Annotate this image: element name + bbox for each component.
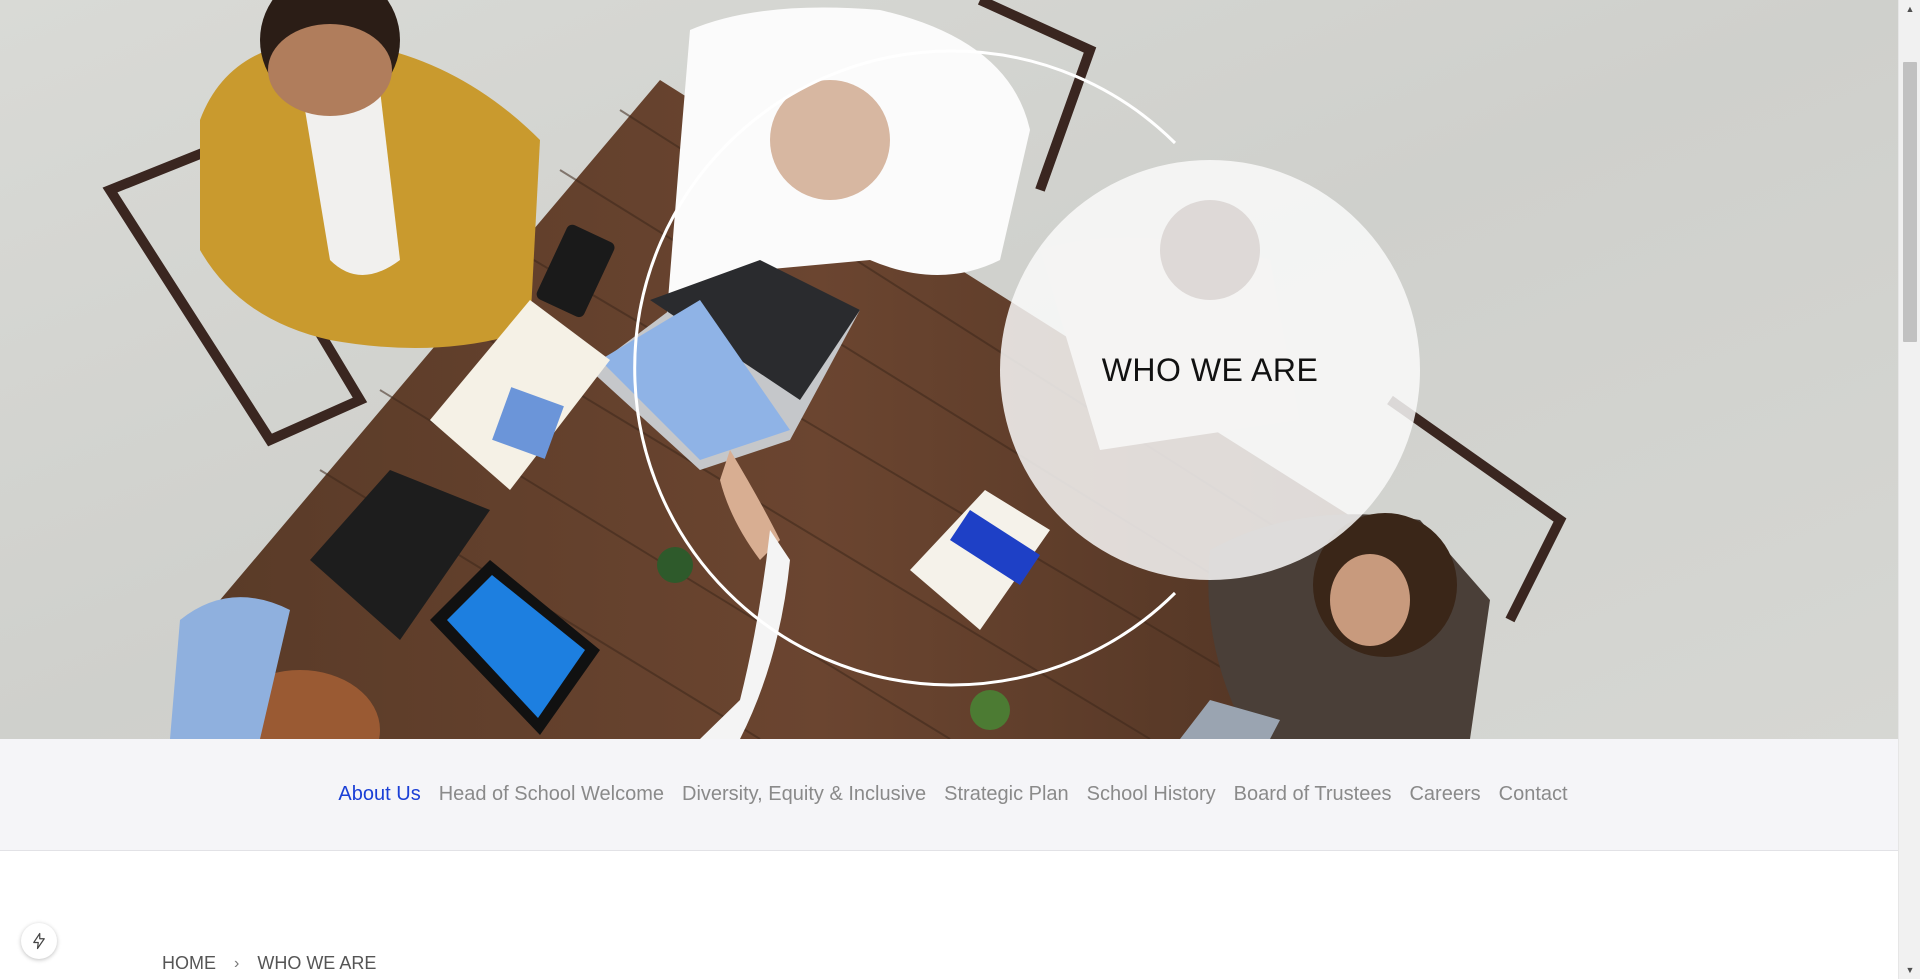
main-content: HOME › WHO WE ARE bbox=[0, 852, 1898, 979]
subnav-link[interactable]: Diversity, Equity & Inclusive bbox=[682, 783, 926, 805]
subnav-item-head-of-school-welcome: Head of School Welcome bbox=[439, 783, 664, 806]
about-subnav: About Us Head of School Welcome Diversit… bbox=[0, 739, 1898, 851]
lightning-icon bbox=[33, 932, 45, 950]
quick-action-button[interactable] bbox=[21, 923, 57, 959]
scrollbar-thumb[interactable] bbox=[1903, 62, 1917, 342]
subnav-link[interactable]: School History bbox=[1087, 783, 1216, 805]
subnav-link[interactable]: Careers bbox=[1409, 783, 1480, 805]
subnav-item-board-of-trustees: Board of Trustees bbox=[1234, 783, 1392, 806]
breadcrumb: HOME › WHO WE ARE bbox=[162, 953, 376, 974]
arrow-up-icon[interactable]: ▲ bbox=[1899, 0, 1920, 18]
subnav-link[interactable]: Strategic Plan bbox=[944, 783, 1069, 805]
subnav-link[interactable]: Contact bbox=[1499, 783, 1568, 805]
vertical-scrollbar[interactable]: ▲ ▼ bbox=[1898, 0, 1920, 979]
subnav-link[interactable]: Board of Trustees bbox=[1234, 783, 1392, 805]
hero-photo bbox=[0, 0, 1898, 739]
subnav-link[interactable]: Head of School Welcome bbox=[439, 783, 664, 805]
hero-title-circle: WHO WE ARE bbox=[1000, 160, 1420, 580]
subnav-item-about-us: About Us bbox=[338, 783, 420, 806]
subnav-item-diversity: Diversity, Equity & Inclusive bbox=[682, 783, 926, 806]
subnav-item-strategic-plan: Strategic Plan bbox=[944, 783, 1069, 806]
subnav-item-school-history: School History bbox=[1087, 783, 1216, 806]
subnav-item-careers: Careers bbox=[1409, 783, 1480, 806]
breadcrumb-current: WHO WE ARE bbox=[257, 953, 377, 973]
arrow-down-icon[interactable]: ▼ bbox=[1899, 961, 1920, 979]
subnav-item-contact: Contact bbox=[1499, 783, 1568, 806]
hero-banner: WHO WE ARE bbox=[0, 0, 1898, 739]
page-title: WHO WE ARE bbox=[1101, 351, 1319, 388]
page: WHO WE ARE About Us Head of School Welco… bbox=[0, 0, 1920, 979]
chevron-right-icon: › bbox=[234, 954, 240, 972]
subnav-link[interactable]: About Us bbox=[338, 783, 420, 805]
breadcrumb-home-link[interactable]: HOME bbox=[162, 953, 216, 974]
